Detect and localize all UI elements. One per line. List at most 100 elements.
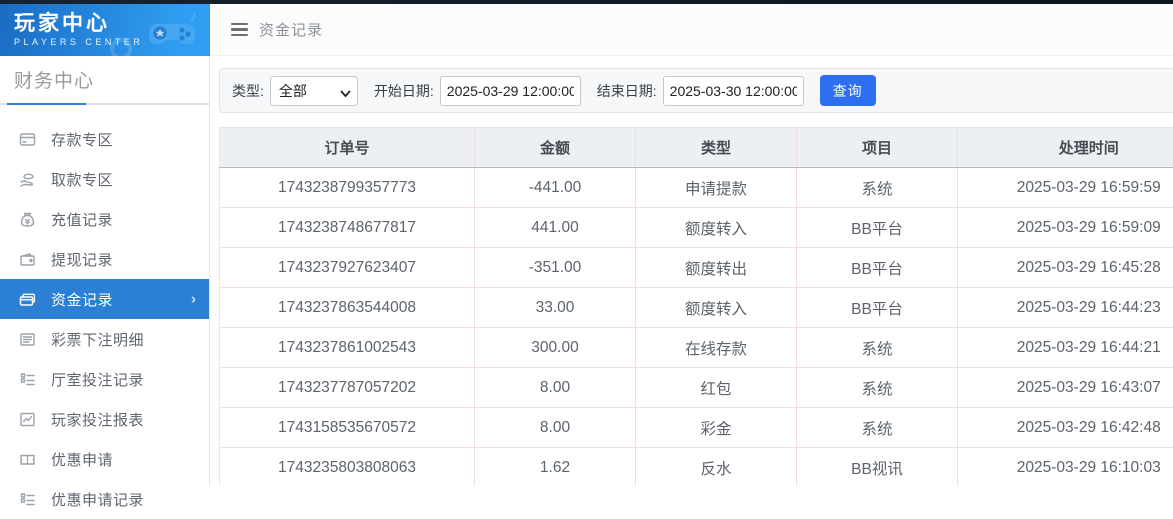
item-cell: 系统 xyxy=(797,408,958,448)
sidebar-item-label: 资金记录 xyxy=(51,289,113,310)
time-cell: 2025-03-29 16:10:03 xyxy=(958,448,1173,487)
sidebar-menu-item[interactable]: 优惠申请记录 xyxy=(0,479,209,519)
order-number-cell: 1743158535670572 xyxy=(220,408,475,448)
sidebar-menu-item[interactable]: 充值记录 xyxy=(0,199,209,239)
type-cell: 额度转入 xyxy=(636,208,797,248)
content-area: 类型: 全部 开始日期: 结束日期: 查询 订单号 xyxy=(211,56,1173,486)
top-navy-strip xyxy=(0,0,1173,4)
amount-cell: 1.62 xyxy=(475,448,636,487)
topbar: 资金记录 xyxy=(211,4,1173,56)
sidebar-menu-item[interactable]: 资金记录 › xyxy=(0,279,209,319)
credit-cards-icon xyxy=(19,291,36,308)
form-list-icon xyxy=(19,491,36,508)
table-header-cell: 项目 xyxy=(797,128,958,168)
sidebar-menu-item[interactable]: 优惠申请 xyxy=(0,439,209,479)
table-row: 1743238748677817 441.00 额度转入 BB平台 2025-0… xyxy=(220,208,1173,248)
item-cell: BB平台 xyxy=(797,248,958,288)
table-row: 1743237787057202 8.00 红包 系统 2025-03-29 1… xyxy=(220,368,1173,408)
type-cell: 额度转出 xyxy=(636,248,797,288)
records-table: 订单号 金额 类型 项目 处理时间 1743238799357773 xyxy=(219,127,1173,486)
page-title: 资金记录 xyxy=(259,19,323,40)
item-cell: 系统 xyxy=(797,168,958,208)
amount-cell: 8.00 xyxy=(475,408,636,448)
table-header-row: 订单号 金额 类型 项目 处理时间 xyxy=(220,128,1173,168)
type-cell: 申请提款 xyxy=(636,168,797,208)
chart-report-icon xyxy=(19,411,36,428)
hand-money-icon xyxy=(19,171,36,188)
app-logo[interactable]: 玩家中心 PLAYERS CENTER xyxy=(0,4,210,56)
form-list-icon xyxy=(19,371,36,388)
type-cell: 红包 xyxy=(636,368,797,408)
amount-cell: 33.00 xyxy=(475,288,636,328)
end-date-input[interactable] xyxy=(663,76,804,106)
money-bag-icon xyxy=(19,211,36,228)
table-row: 1743235803808063 1.62 反水 BB视讯 2025-03-29… xyxy=(220,448,1173,487)
type-cell: 在线存款 xyxy=(636,328,797,368)
table-row: 1743237861002543 300.00 在线存款 系统 2025-03-… xyxy=(220,328,1173,368)
hamburger-icon[interactable] xyxy=(231,23,248,37)
table-row: 1743158535670572 8.00 彩金 系统 2025-03-29 1… xyxy=(220,408,1173,448)
order-number-cell: 1743238799357773 xyxy=(220,168,475,208)
order-number-cell: 1743237861002543 xyxy=(220,328,475,368)
amount-cell: -351.00 xyxy=(475,248,636,288)
time-cell: 2025-03-29 16:44:21 xyxy=(958,328,1173,368)
type-select[interactable]: 全部 xyxy=(270,76,358,106)
sidebar-menu-item[interactable]: 厅室投注记录 xyxy=(0,359,209,399)
sidebar-menu-item[interactable]: 玩家投注报表 xyxy=(0,399,209,439)
time-cell: 2025-03-29 16:45:28 xyxy=(958,248,1173,288)
sidebar-item-label: 提现记录 xyxy=(51,249,113,270)
table-row: 1743237927623407 -351.00 额度转出 BB平台 2025-… xyxy=(220,248,1173,288)
main-area: 资金记录 类型: 全部 开始日期: 结束日期: 查询 xyxy=(211,4,1173,486)
type-cell: 彩金 xyxy=(636,408,797,448)
sidebar-item-label: 充值记录 xyxy=(51,209,113,230)
chevron-right-icon: › xyxy=(191,291,196,308)
sidebar-item-label: 优惠申请 xyxy=(51,449,113,470)
end-date-label: 结束日期: xyxy=(597,81,657,101)
order-number-cell: 1743237863544008 xyxy=(220,288,475,328)
table-row: 1743237863544008 33.00 额度转入 BB平台 2025-03… xyxy=(220,288,1173,328)
amount-cell: 8.00 xyxy=(475,368,636,408)
table-header-cell: 金额 xyxy=(475,128,636,168)
type-select-wrap: 全部 xyxy=(270,76,358,106)
table-row: 1743238799357773 -441.00 申请提款 系统 2025-03… xyxy=(220,168,1173,208)
item-cell: 系统 xyxy=(797,368,958,408)
time-cell: 2025-03-29 16:59:59 xyxy=(958,168,1173,208)
sidebar: 玩家中心 PLAYERS CENTER 财务中心 存款专区 xyxy=(0,0,210,486)
time-cell: 2025-03-29 16:59:09 xyxy=(958,208,1173,248)
sidebar-section-title: 财务中心 xyxy=(14,66,209,93)
item-cell: BB平台 xyxy=(797,288,958,328)
type-filter-label: 类型: xyxy=(232,81,264,101)
sidebar-item-label: 存款专区 xyxy=(51,129,113,150)
ticket-icon xyxy=(19,451,36,468)
sidebar-menu-item[interactable]: 取款专区 xyxy=(0,159,209,199)
item-cell: 系统 xyxy=(797,328,958,368)
order-number-cell: 1743237927623407 xyxy=(220,248,475,288)
start-date-input[interactable] xyxy=(440,76,581,106)
table-header-cell: 处理时间 xyxy=(958,128,1173,168)
list-doc-icon xyxy=(19,331,36,348)
sidebar-menu: 存款专区 取款专区 充值记录 提现记录 xyxy=(0,119,209,519)
logo-ring-decoration xyxy=(110,38,132,56)
sidebar-menu-item[interactable]: 提现记录 xyxy=(0,239,209,279)
order-number-cell: 1743235803808063 xyxy=(220,448,475,487)
table-header-cell: 类型 xyxy=(636,128,797,168)
order-number-cell: 1743238748677817 xyxy=(220,208,475,248)
sidebar-item-label: 优惠申请记录 xyxy=(51,489,144,510)
sidebar-menu-item[interactable]: 彩票下注明细 xyxy=(0,319,209,359)
order-number-cell: 1743237787057202 xyxy=(220,368,475,408)
sidebar-item-label: 取款专区 xyxy=(51,169,113,190)
deposit-card-icon xyxy=(19,131,36,148)
type-cell: 额度转入 xyxy=(636,288,797,328)
filter-bar: 类型: 全部 开始日期: 结束日期: 查询 xyxy=(219,68,1173,113)
search-button[interactable]: 查询 xyxy=(820,75,876,106)
gamepad-icon xyxy=(130,6,204,56)
table-header-cell: 订单号 xyxy=(220,128,475,168)
time-cell: 2025-03-29 16:43:07 xyxy=(958,368,1173,408)
sidebar-item-label: 彩票下注明细 xyxy=(51,329,144,350)
amount-cell: 300.00 xyxy=(475,328,636,368)
section-divider xyxy=(0,103,209,105)
time-cell: 2025-03-29 16:44:23 xyxy=(958,288,1173,328)
item-cell: BB视讯 xyxy=(797,448,958,487)
sidebar-menu-item[interactable]: 存款专区 xyxy=(0,119,209,159)
amount-cell: 441.00 xyxy=(475,208,636,248)
